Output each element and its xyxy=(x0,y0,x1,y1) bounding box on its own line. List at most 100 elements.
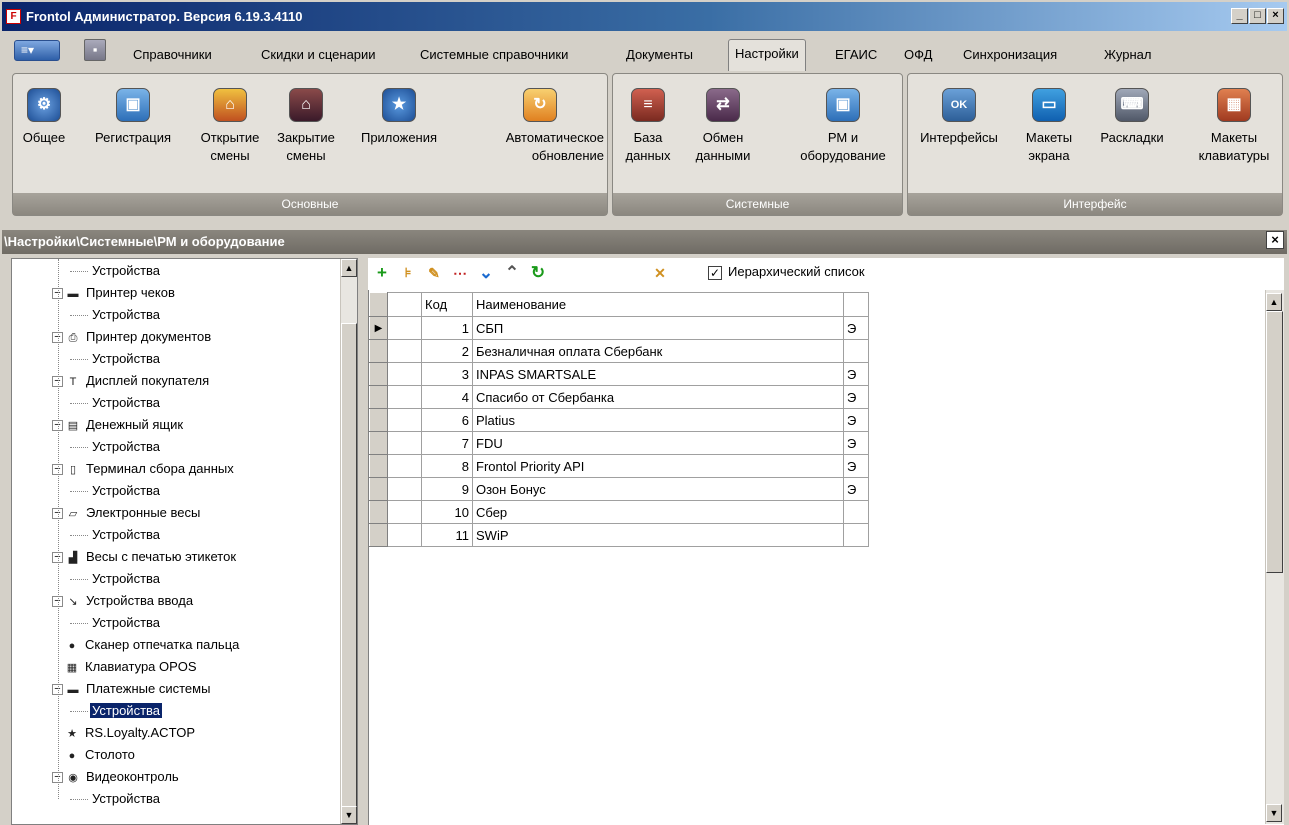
tree-node[interactable]: − ⎙ Принтер документов xyxy=(52,326,213,348)
tab-settings[interactable]: Настройки xyxy=(728,39,806,71)
ribbon-apps-button[interactable]: ★ Приложения xyxy=(352,88,446,147)
minimize-button[interactable]: _ xyxy=(1231,8,1248,24)
scroll-down-icon[interactable]: ▼ xyxy=(1266,804,1282,822)
tree-node[interactable]: Устройства xyxy=(90,392,162,414)
move-down-icon[interactable]: ⌄ xyxy=(475,262,497,284)
tree-node[interactable]: Устройства xyxy=(90,700,163,722)
save-icon[interactable]: ▪ xyxy=(84,39,106,61)
move-up-icon[interactable]: ⌃ xyxy=(501,262,523,284)
tree-node[interactable]: − ▬ Принтер чеков xyxy=(52,282,177,304)
column-header-extra[interactable] xyxy=(843,292,869,317)
settings-tree[interactable]: ▲ ▼ Устройства − ▬ Принтер чеков Устройства −… xyxy=(11,258,358,825)
add-icon[interactable]: + xyxy=(371,262,393,284)
tree-node[interactable]: − ▤ Денежный ящик xyxy=(52,414,185,436)
row-indicator[interactable] xyxy=(369,454,388,478)
ribbon-general-button[interactable]: ⚙ Общее xyxy=(19,88,69,147)
close-button[interactable]: × xyxy=(1267,8,1284,24)
row-blank-cell xyxy=(387,477,422,501)
row-indicator[interactable] xyxy=(369,385,388,409)
table-row[interactable]: 10 Сбер xyxy=(369,500,869,524)
data-terminal-icon: ▯ xyxy=(69,463,77,476)
tab-sync[interactable]: Синхронизация xyxy=(963,42,1057,68)
tree-node-label: Устройства ввода xyxy=(86,593,194,608)
refresh-icon[interactable]: ↻ xyxy=(527,262,549,284)
tab-documents[interactable]: Документы xyxy=(626,42,693,68)
ribbon-shift-open-button[interactable]: ⌂ Открытие смены xyxy=(196,88,264,165)
maximize-button[interactable]: □ xyxy=(1249,8,1266,24)
app-menu-button[interactable]: ≡▾ xyxy=(14,40,60,61)
tree-scrollbar[interactable]: ▲ ▼ xyxy=(340,259,357,824)
tree-node[interactable]: Устройства xyxy=(90,480,162,502)
column-header-code[interactable]: Код xyxy=(421,292,473,317)
table-row[interactable]: 9 Озон Бонус Э xyxy=(369,477,869,501)
tree-node[interactable]: − ◉ Видеоконтроль xyxy=(52,766,181,788)
row-indicator[interactable]: ▶ xyxy=(369,316,388,340)
tree-node[interactable]: ★ RS.Loyalty.ACTOP xyxy=(64,722,197,744)
panel-close-button[interactable]: × xyxy=(1266,231,1284,249)
tree-node[interactable]: Устройства xyxy=(90,348,162,370)
table-row[interactable]: 2 Безналичная оплата Сбербанк xyxy=(369,339,869,363)
column-header-name[interactable]: Наименование xyxy=(472,292,844,317)
row-indicator[interactable] xyxy=(369,523,388,547)
tree-node[interactable]: − ↘ Устройства ввода xyxy=(52,590,195,612)
tab-discounts[interactable]: Скидки и сценарии xyxy=(261,42,376,68)
table-row[interactable]: ▶ 1 СБП Э xyxy=(369,316,869,340)
table-row[interactable]: 11 SWiP xyxy=(369,523,869,547)
ribbon-shift-close-button[interactable]: ⌂ Закрытие смены xyxy=(269,88,343,165)
tree-node[interactable]: ▦ Клавиатура OPOS xyxy=(64,656,199,678)
row-name: Frontol Priority API xyxy=(472,454,844,478)
tree-node[interactable]: Устройства xyxy=(90,788,162,810)
scroll-down-icon[interactable]: ▼ xyxy=(341,806,357,824)
ribbon-auto-update-button[interactable]: ↻ Автоматическое обновление xyxy=(476,88,604,165)
row-indicator[interactable] xyxy=(369,500,388,524)
panel-splitter[interactable] xyxy=(358,258,367,825)
grid-scroll-thumb[interactable] xyxy=(1266,311,1283,573)
payment-systems-icon: ▬ xyxy=(67,683,79,696)
ribbon-data-exchange-button[interactable]: ⇄ Обмен данными xyxy=(683,88,763,165)
add-group-icon[interactable]: ⊧ xyxy=(397,262,419,284)
delete-icon[interactable]: ⋯ xyxy=(449,262,471,284)
ribbon-screen-layouts-button[interactable]: ▭ Макеты экрана xyxy=(1018,88,1080,165)
ribbon-workstation-button[interactable]: ▣ РМ и оборудование xyxy=(787,88,899,165)
tree-node[interactable]: Устройства xyxy=(90,260,162,282)
row-indicator[interactable] xyxy=(369,477,388,501)
ribbon-layouts-button[interactable]: ⌨ Раскладки xyxy=(1090,88,1174,147)
table-row[interactable]: 7 FDU Э xyxy=(369,431,869,455)
tree-node[interactable]: Устройства xyxy=(90,568,162,590)
hierarchy-checkbox[interactable]: ✓ xyxy=(708,266,722,280)
ribbon-registration-button[interactable]: ▣ Регистрация xyxy=(89,88,177,147)
ribbon-database-button[interactable]: ≡ База данных xyxy=(623,88,673,165)
tree-node[interactable]: ● Столото xyxy=(64,744,137,766)
tree-node[interactable]: Устройства xyxy=(90,304,162,326)
tree-node[interactable]: − ▯ Терминал сбора данных xyxy=(52,458,236,480)
tree-scroll-thumb[interactable] xyxy=(341,323,357,823)
tab-egais[interactable]: ЕГАИС xyxy=(835,42,877,68)
row-indicator[interactable] xyxy=(369,339,388,363)
clear-filter-icon[interactable]: ✕ xyxy=(649,262,671,284)
scroll-up-icon[interactable]: ▲ xyxy=(1266,293,1282,311)
tree-node[interactable]: Устройства xyxy=(90,612,162,634)
ribbon-interfaces-button[interactable]: OK Интерфейсы xyxy=(912,88,1006,147)
row-indicator[interactable] xyxy=(369,362,388,386)
tree-node[interactable]: − ▱ Электронные весы xyxy=(52,502,202,524)
grid-scrollbar[interactable]: ▲ ▼ xyxy=(1265,290,1284,824)
row-indicator[interactable] xyxy=(369,408,388,432)
scroll-up-icon[interactable]: ▲ xyxy=(341,259,357,277)
table-row[interactable]: 8 Frontol Priority API Э xyxy=(369,454,869,478)
tree-node[interactable]: ● Сканер отпечатка пальца xyxy=(64,634,241,656)
tab-ofd[interactable]: ОФД xyxy=(904,42,932,68)
row-indicator[interactable] xyxy=(369,431,388,455)
tab-spravochniki[interactable]: Справочники xyxy=(133,42,212,68)
tree-node[interactable]: − ▟ Весы с печатью этикеток xyxy=(52,546,238,568)
tab-system-references[interactable]: Системные справочники xyxy=(420,42,568,68)
tree-node[interactable]: Устройства xyxy=(90,436,162,458)
ribbon-keyboard-layouts-button[interactable]: ▦ Макеты клавиатуры xyxy=(1188,88,1280,165)
tree-node[interactable]: − ▬ Платежные системы xyxy=(52,678,212,700)
table-row[interactable]: 3 INPAS SMARTSALE Э xyxy=(369,362,869,386)
table-row[interactable]: 6 Platius Э xyxy=(369,408,869,432)
edit-icon[interactable]: ✎ xyxy=(423,262,445,284)
table-row[interactable]: 4 Спасибо от Сбербанка Э xyxy=(369,385,869,409)
tree-node[interactable]: − T Дисплей покупателя xyxy=(52,370,211,392)
tree-node[interactable]: Устройства xyxy=(90,524,162,546)
tab-journal[interactable]: Журнал xyxy=(1104,42,1151,68)
